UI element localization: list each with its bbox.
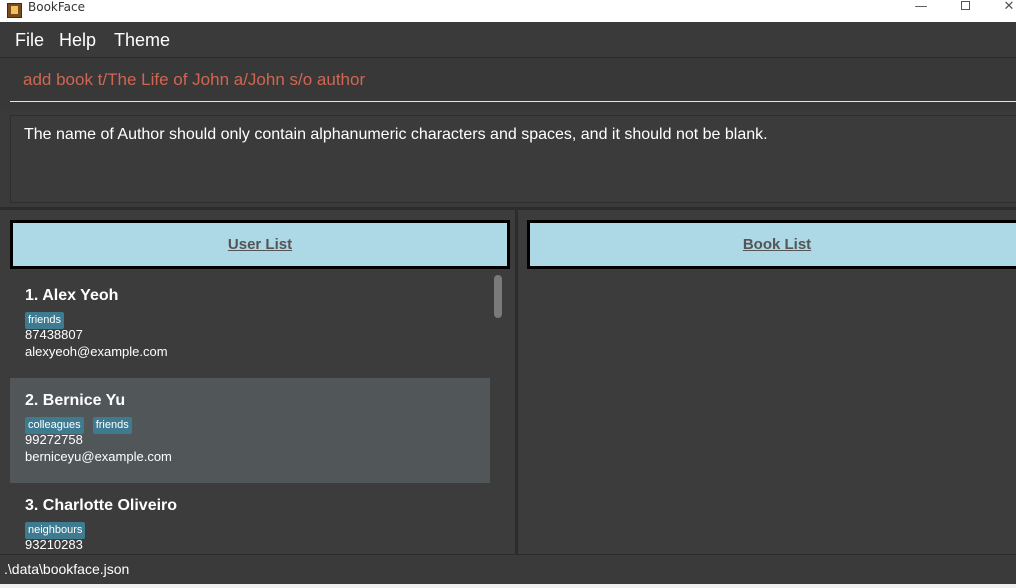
user-phone: 93210283: [25, 537, 83, 552]
menu-theme[interactable]: Theme: [114, 30, 170, 51]
book-list-panel: Book List: [518, 210, 1016, 554]
command-input[interactable]: [10, 58, 1016, 102]
list-item[interactable]: 2. Bernice Yu colleagues friends 9927275…: [10, 378, 490, 483]
status-bar: .\data\bookface.json: [0, 554, 1016, 584]
window-title: BookFace: [28, 0, 85, 14]
command-box: [0, 58, 1016, 111]
menu-bar: File Help Theme: [0, 22, 1016, 58]
tag: friends: [92, 417, 132, 434]
maximize-icon[interactable]: [950, 0, 980, 15]
book-list-header[interactable]: Book List: [527, 220, 1016, 269]
user-list-panel: User List 1. Alex Yeoh friends 87438807 …: [0, 210, 515, 554]
user-name: 3. Charlotte Oliveiro: [25, 497, 178, 514]
user-phone: 87438807: [25, 327, 83, 342]
tag-list: friends: [25, 308, 68, 329]
user-name: 2. Bernice Yu: [25, 392, 126, 409]
bottom-strip: [0, 584, 1016, 588]
close-icon[interactable]: ✕: [994, 0, 1016, 15]
tag-list: neighbours: [25, 518, 89, 539]
app-window: BookFace — ✕ File Help Theme The name of…: [0, 0, 1016, 588]
list-item[interactable]: 1. Alex Yeoh friends 87438807 alexyeoh@e…: [10, 273, 490, 378]
menu-help[interactable]: Help: [59, 30, 96, 51]
user-list-header[interactable]: User List: [10, 220, 510, 269]
book-icon: [7, 3, 22, 18]
user-name: 1. Alex Yeoh: [25, 287, 119, 304]
user-email: alexyeoh@example.com: [25, 344, 168, 359]
status-file-path: .\data\bookface.json: [4, 561, 130, 577]
minimize-icon[interactable]: —: [906, 0, 936, 15]
user-list: 1. Alex Yeoh friends 87438807 alexyeoh@e…: [10, 273, 490, 554]
user-email: berniceyu@example.com: [25, 449, 172, 464]
user-list-scrollbar[interactable]: [490, 273, 510, 554]
title-bar[interactable]: BookFace — ✕: [0, 0, 1016, 22]
list-item[interactable]: 3. Charlotte Oliveiro neighbours 9321028…: [10, 483, 490, 554]
user-phone: 99272758: [25, 432, 83, 447]
result-message: The name of Author should only contain a…: [24, 126, 768, 143]
menu-file[interactable]: File: [15, 30, 44, 51]
result-display[interactable]: The name of Author should only contain a…: [10, 115, 1016, 203]
scrollbar-thumb[interactable]: [494, 275, 502, 318]
tag-list: colleagues friends: [25, 413, 136, 434]
